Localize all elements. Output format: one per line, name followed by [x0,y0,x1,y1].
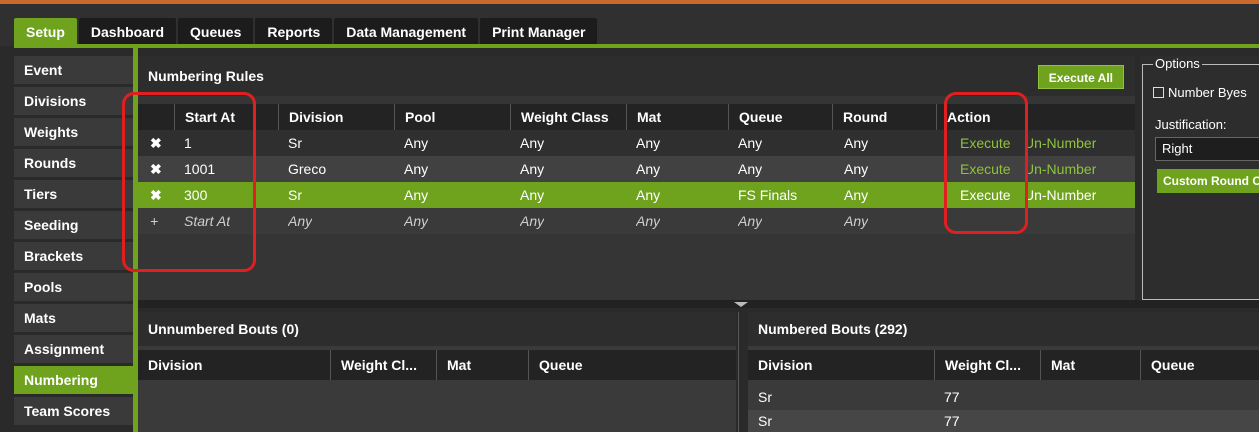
header-queue[interactable]: Queue [728,104,832,130]
justification-select[interactable]: Right [1155,137,1259,161]
bout-division: Sr [758,389,772,405]
sidebar-item-seeding[interactable]: Seeding [14,211,134,239]
numbering-rules-header: Numbering Rules Execute All [138,56,1135,96]
panel-splitter[interactable] [138,300,1259,308]
cell-queue[interactable]: Any [738,156,762,182]
unnumbered-bouts-panel: Unnumbered Bouts (0) Division Weight Cl.… [138,312,736,432]
unnumbered-grid-header: Division Weight Cl... Mat Queue [138,350,736,380]
justification-label: Justification: [1155,117,1227,132]
tab-dashboard[interactable]: Dashboard [78,18,177,46]
cell-division[interactable]: Greco [288,156,326,182]
bout-weight-class: 77 [944,389,960,405]
sidebar-item-divisions[interactable]: Divisions [14,87,134,115]
cell-round[interactable]: Any [844,130,868,156]
cell-division[interactable]: Sr [288,130,302,156]
cell-weight-class[interactable]: Any [520,156,544,182]
sidebar-item-rounds[interactable]: Rounds [14,149,134,177]
cell-queue[interactable]: FS Finals [738,182,797,208]
header-weight-class[interactable]: Weight Cl... [330,350,436,380]
bout-row[interactable]: Sr 77 [748,410,1259,432]
sidebar-item-weights[interactable]: Weights [14,118,134,146]
un-number-link[interactable]: Un-Number [1024,156,1096,182]
tab-reports[interactable]: Reports [255,18,333,46]
header-mat[interactable]: Mat [436,350,528,380]
execute-all-button[interactable]: Execute All [1037,65,1124,89]
new-queue-field[interactable]: Any [738,208,762,234]
cell-mat[interactable]: Any [636,130,660,156]
sidebar-item-pools[interactable]: Pools [14,273,134,301]
cell-mat[interactable]: Any [636,182,660,208]
tab-setup[interactable]: Setup [14,18,77,46]
cell-pool[interactable]: Any [404,156,428,182]
new-mat-field[interactable]: Any [636,208,660,234]
bouts-divider [738,312,744,432]
cell-weight-class[interactable]: Any [520,130,544,156]
sidebar-item-event[interactable]: Event [14,56,134,84]
options-legend: Options [1153,56,1202,71]
cell-weight-class[interactable]: Any [520,182,544,208]
annotation-highlight-action [944,92,1028,234]
sidebar-item-brackets[interactable]: Brackets [14,242,134,270]
cell-pool[interactable]: Any [404,130,428,156]
cell-division[interactable]: Sr [288,182,302,208]
unnumbered-bouts-title: Unnumbered Bouts (0) [138,312,736,346]
custom-round-button[interactable]: Custom Round C [1157,169,1259,193]
new-round-field[interactable]: Any [844,208,868,234]
bout-row[interactable]: Sr 77 [748,386,1259,408]
header-division[interactable]: Division [278,104,394,130]
header-pool[interactable]: Pool [394,104,510,130]
header-round[interactable]: Round [832,104,936,130]
sidebar-item-mats[interactable]: Mats [14,304,134,332]
collapse-arrow-icon[interactable] [734,302,748,307]
header-weight-class[interactable]: Weight Class [510,104,626,130]
options-panel: Options Number Byes Justification: Right… [1140,56,1259,300]
sidebar-item-numbering[interactable]: Numbering [14,366,134,394]
panel-title: Numbering Rules [148,68,264,84]
numbered-grid-header: Division Weight Cl... Mat Queue [748,350,1259,380]
cell-round[interactable]: Any [844,156,868,182]
main-tabs: Setup Dashboard Queues Reports Data Mana… [14,18,598,46]
new-division-field[interactable]: Any [288,208,312,234]
cell-queue[interactable]: Any [738,130,762,156]
numbered-bouts-panel: Numbered Bouts (292) Division Weight Cl.… [748,312,1259,432]
options-fieldset: Options Number Byes Justification: Right… [1142,56,1259,300]
new-pool-field[interactable]: Any [404,208,428,234]
bout-division: Sr [758,413,772,429]
new-weight-class-field[interactable]: Any [520,208,544,234]
un-number-link[interactable]: Un-Number [1024,182,1096,208]
header-queue[interactable]: Queue [528,350,736,380]
header-division[interactable]: Division [748,350,934,380]
bout-weight-class: 77 [944,413,960,429]
number-byes-checkbox[interactable] [1153,87,1164,98]
header-weight-class[interactable]: Weight Cl... [934,350,1040,380]
header-mat[interactable]: Mat [1040,350,1140,380]
cell-pool[interactable]: Any [404,182,428,208]
tab-print-manager[interactable]: Print Manager [480,18,598,46]
tab-queues[interactable]: Queues [178,18,254,46]
tab-underline [14,44,1259,48]
setup-sidebar: Event Divisions Weights Rounds Tiers See… [14,56,134,428]
number-byes-label: Number Byes [1168,85,1247,100]
header-queue[interactable]: Queue [1140,350,1259,380]
header-mat[interactable]: Mat [626,104,728,130]
un-number-link[interactable]: Un-Number [1024,130,1096,156]
sidebar-item-team-scores[interactable]: Team Scores [14,397,134,425]
cell-mat[interactable]: Any [636,156,660,182]
sidebar-item-assignment[interactable]: Assignment [14,335,134,363]
header-division[interactable]: Division [138,350,330,380]
annotation-highlight-start-at [122,92,256,272]
sidebar-item-tiers[interactable]: Tiers [14,180,134,208]
numbered-bouts-title: Numbered Bouts (292) [748,312,1259,346]
cell-round[interactable]: Any [844,182,868,208]
number-byes-option[interactable]: Number Byes [1153,85,1247,100]
tab-data-management[interactable]: Data Management [334,18,479,46]
